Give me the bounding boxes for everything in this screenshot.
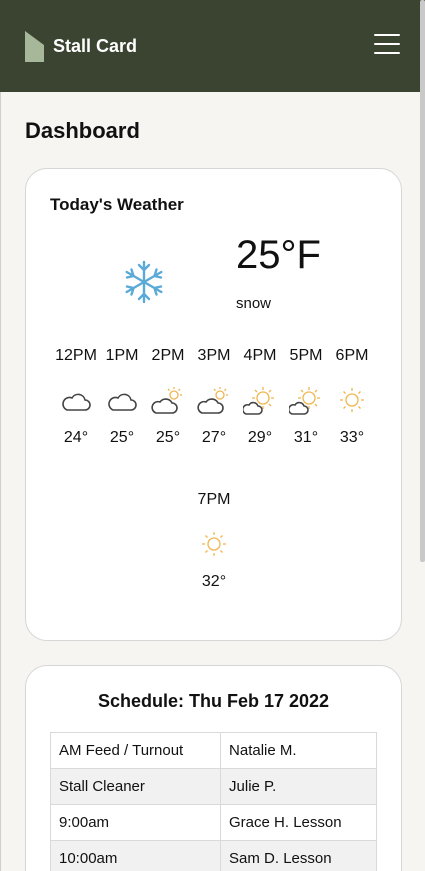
hourly-item: 2PM 25° [145,347,191,447]
hourly-item: 5PM 31° [283,347,329,447]
table-row: AM Feed / Turnout Natalie M. [49,732,377,769]
hour-label: 4PM [243,347,277,364]
partly-cloudy-icon [197,387,228,414]
snowflake-icon [125,260,163,304]
schedule-person: Julie P. [220,768,377,805]
brand-name[interactable]: Stall Card [53,36,137,57]
hourly-item: 12PM 24° [53,347,99,447]
sun-icon [202,532,226,556]
app-header: Stall Card [0,0,425,92]
hour-label: 2PM [151,347,185,364]
hour-temperature: 31° [293,429,319,446]
hamburger-menu-icon[interactable] [374,34,400,54]
schedule-person: Sam D. Lesson [220,840,377,871]
schedule-title: Schedule: Thu Feb 17 2022 [97,691,330,711]
cloud-icon [108,393,137,411]
schedule-slot: Stall Cleaner [49,768,222,805]
page-title: Dashboard [25,118,140,143]
schedule-slot: AM Feed / Turnout [49,732,222,769]
hour-temperature: 27° [201,429,227,446]
scrollbar[interactable] [420,0,425,562]
current-temperature: 25°F [236,233,321,277]
hour-temperature: 29° [247,429,273,446]
hourly-item: 1PM 25° [99,347,145,447]
hour-temperature: 24° [63,429,89,446]
hour-temperature: 32° [201,573,227,590]
table-row: 10:00am Sam D. Lesson [49,840,377,871]
hour-temperature: 25° [109,429,135,446]
schedule-person: Grace H. Lesson [220,804,377,841]
hourly-item: 4PM 29° [237,347,283,447]
weather-condition: snow [236,295,272,312]
cloud-icon [62,393,91,411]
hour-label: 3PM [197,347,231,364]
table-row: 9:00am Grace H. Lesson [49,804,377,841]
weather-card: Today's Weather 25°F snow 12PM 24° 1PM 25° 2… [25,168,402,641]
hour-label: 6PM [335,347,369,364]
table-row: Stall Cleaner Julie P. [49,768,377,805]
partly-sunny-icon [243,387,274,415]
schedule-person: Natalie M. [220,732,377,769]
hour-temperature: 25° [155,429,181,446]
schedule-slot: 10:00am [49,840,222,871]
schedule-card: Schedule: Thu Feb 17 2022 AM Feed / Turn… [25,665,402,871]
hour-label: 12PM [55,347,97,364]
hourly-item: 6PM 33° [329,347,375,447]
window-edge [0,0,1,871]
schedule-slot: 9:00am [49,804,222,841]
hour-label: 5PM [289,347,323,364]
partly-sunny-icon [289,387,320,415]
sun-icon [340,388,364,412]
hour-label: 1PM [105,347,139,364]
hour-label: 7PM [197,491,231,508]
partly-cloudy-icon [151,387,182,414]
schedule-table: AM Feed / Turnout Natalie M. Stall Clean… [49,732,377,871]
weather-title: Today's Weather [50,195,184,214]
hourly-item: 7PM 32° [191,491,237,591]
hourly-item: 3PM 27° [191,347,237,447]
logo-icon [25,30,44,62]
hour-temperature: 33° [339,429,365,446]
